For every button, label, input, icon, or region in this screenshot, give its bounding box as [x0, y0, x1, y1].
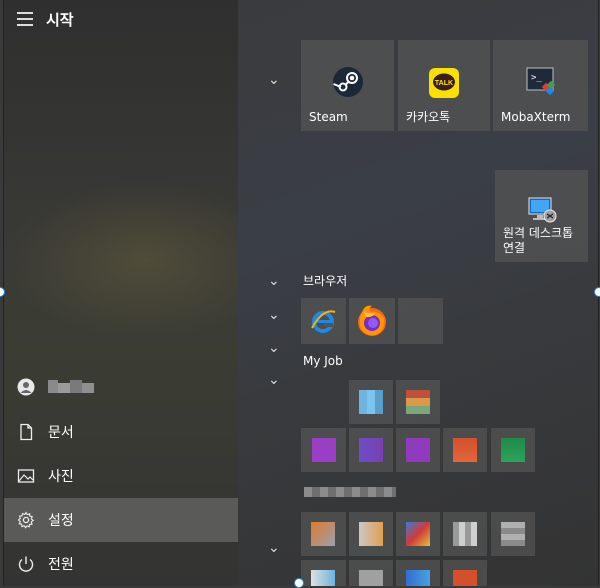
tile-label: MobaXterm — [501, 110, 571, 124]
user-icon — [17, 378, 35, 396]
tile-firefox[interactable] — [349, 298, 395, 344]
internet-explorer-icon — [311, 310, 336, 333]
tile-internet-explorer[interactable] — [301, 298, 346, 344]
tile-redacted[interactable] — [443, 560, 487, 586]
tile-steam[interactable]: Steam — [301, 40, 394, 131]
tile-empty[interactable] — [398, 298, 443, 344]
tile-label: Steam — [309, 110, 348, 124]
group-label-browser: 브라우저 — [303, 274, 348, 288]
tile-redacted[interactable] — [396, 512, 440, 556]
firefox-icon — [358, 305, 386, 336]
photo-icon — [17, 469, 35, 483]
tile-label: 카카오톡 — [406, 110, 451, 124]
username-redacted — [48, 380, 94, 393]
tile-redacted[interactable] — [491, 428, 535, 472]
hamburger-menu-icon[interactable] — [17, 12, 33, 26]
tile-mobaxterm[interactable]: >_ MobaXterm — [493, 40, 588, 131]
collapse-chevron-icon[interactable] — [268, 273, 280, 289]
tile-label: 원격 데스크톱 연결 — [503, 226, 574, 255]
resize-handle-right[interactable] — [594, 287, 600, 297]
tile-redacted[interactable] — [396, 560, 440, 586]
tile-area: Steam TALK 카카오톡 >_ MobaXterm — [238, 0, 598, 586]
collapse-chevron-icon[interactable] — [268, 307, 280, 323]
tile-redacted[interactable] — [349, 380, 393, 424]
collapse-chevron-icon[interactable] — [268, 72, 280, 88]
collapse-chevron-icon[interactable] — [268, 540, 280, 556]
power-icon — [18, 556, 34, 572]
document-icon — [20, 423, 33, 441]
steam-icon — [333, 67, 363, 97]
tile-redacted[interactable] — [443, 512, 487, 556]
tile-redacted[interactable] — [396, 428, 440, 472]
tile-redacted[interactable] — [349, 512, 393, 556]
svg-text:>_: >_ — [531, 73, 542, 83]
tile-redacted[interactable] — [491, 512, 535, 556]
mobaxterm-icon: >_ — [526, 67, 556, 96]
collapse-chevron-icon[interactable] — [268, 372, 280, 388]
tile-redacted[interactable] — [349, 428, 393, 472]
tile-redacted[interactable] — [301, 560, 346, 586]
tile-redacted[interactable] — [301, 512, 346, 556]
tile-redacted[interactable] — [301, 428, 346, 472]
tile-redacted[interactable] — [396, 380, 440, 424]
tile-remote-desktop[interactable]: 원격 데스크톱 연결 — [495, 170, 588, 262]
tile-redacted[interactable] — [349, 560, 393, 586]
resize-handle-bottom[interactable] — [294, 578, 304, 588]
gear-icon — [17, 511, 35, 529]
group-label-myjob: My Job — [303, 354, 343, 368]
tile-redacted[interactable] — [443, 428, 487, 472]
nav-item-user[interactable] — [4, 365, 238, 409]
nav-item-power[interactable]: 전원 — [4, 542, 238, 586]
nav-item-settings[interactable]: 설정 — [4, 498, 238, 542]
start-menu: 시작 문서 사진 설정 전원 ⌄ ⌄ ⌄ ⌄ ⌄ ⌄ Steam TALK 카카… — [3, 0, 599, 586]
group-label-redacted — [304, 487, 396, 497]
nav-item-photos[interactable]: 사진 — [4, 454, 238, 498]
collapse-chevron-icon[interactable] — [268, 340, 280, 356]
kakaotalk-icon: TALK — [429, 68, 459, 98]
start-nav-pane: 시작 문서 사진 설정 전원 — [4, 0, 238, 586]
start-title: 시작 — [46, 11, 74, 29]
svg-text:TALK: TALK — [435, 80, 453, 87]
nav-item-documents[interactable]: 문서 — [4, 410, 238, 454]
tile-kakaotalk[interactable]: TALK 카카오톡 — [398, 40, 490, 131]
remote-desktop-icon — [528, 197, 557, 223]
